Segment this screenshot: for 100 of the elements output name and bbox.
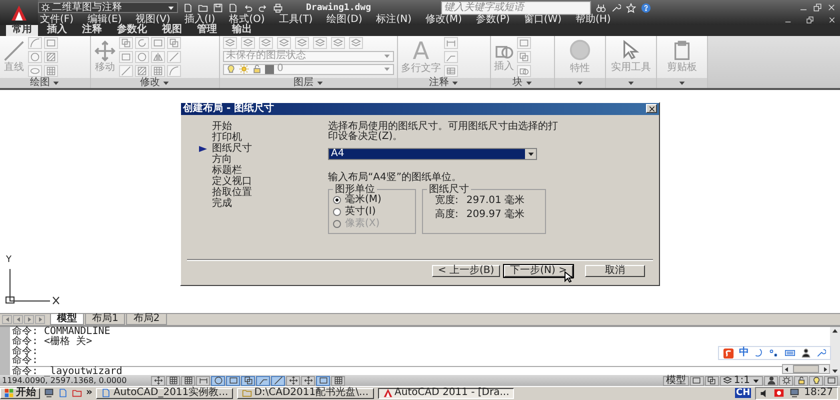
tool-button[interactable] <box>295 36 309 49</box>
person-icon[interactable] <box>801 348 811 358</box>
file-icon[interactable] <box>58 388 68 398</box>
toggle-button[interactable] <box>316 376 330 386</box>
tool-button[interactable] <box>517 36 531 49</box>
tool-button[interactable] <box>517 50 531 63</box>
monitor-icon[interactable] <box>789 388 800 398</box>
scrollbar[interactable] <box>782 364 830 374</box>
tool-button[interactable] <box>44 50 58 63</box>
close-icon[interactable] <box>827 3 836 12</box>
menu-item[interactable]: 参数(P) <box>476 15 510 25</box>
layout-tab[interactable]: 布局1 <box>85 314 126 325</box>
record-icon[interactable] <box>773 388 786 398</box>
cancel-button[interactable]: 取消 <box>585 264 645 277</box>
tool-button[interactable] <box>167 50 181 63</box>
ribbon-tab[interactable]: 插入 <box>41 25 73 36</box>
tool-button[interactable] <box>119 50 133 63</box>
menu-item[interactable]: 绘图(D) <box>326 15 362 25</box>
status-tool-button[interactable] <box>779 376 793 386</box>
tool-button[interactable] <box>349 36 363 49</box>
tool-button[interactable] <box>135 50 149 63</box>
folder-icon[interactable] <box>72 388 82 398</box>
tool-button[interactable] <box>28 64 42 77</box>
status-tool-button[interactable] <box>809 376 823 386</box>
panel-expand-button[interactable]: 块 <box>491 78 554 88</box>
tool-button[interactable] <box>331 36 345 49</box>
tool-button[interactable] <box>223 36 237 49</box>
ribbon-tab[interactable]: 注释 <box>76 25 108 36</box>
ribbon-tab[interactable]: 视图 <box>156 25 188 36</box>
toggle-button[interactable] <box>151 376 165 386</box>
toggle-button[interactable] <box>271 376 285 386</box>
status-tool-button[interactable] <box>794 376 808 386</box>
logo-icon[interactable] <box>723 348 734 359</box>
more-button[interactable]: » <box>86 388 92 398</box>
layout-view-button[interactable] <box>704 376 719 386</box>
radio-button[interactable] <box>333 196 341 204</box>
tool-button[interactable] <box>167 36 181 49</box>
taskbar-button[interactable]: AutoCAD 2011 - [Dra... <box>378 388 514 399</box>
tab-scroll-button[interactable] <box>24 314 34 324</box>
tool-button[interactable] <box>119 36 133 49</box>
model-space-button[interactable]: 模型 <box>662 376 689 386</box>
tool-button[interactable] <box>44 64 58 77</box>
scrollbar[interactable] <box>830 327 840 376</box>
toggle-button[interactable] <box>301 376 315 386</box>
tab-scroll-button[interactable] <box>35 314 45 324</box>
close-icon[interactable] <box>828 16 836 24</box>
menu-item[interactable]: 标注(N) <box>376 15 412 25</box>
tool-button[interactable] <box>135 64 149 77</box>
toggle-button[interactable] <box>286 376 300 386</box>
folder-icon[interactable] <box>198 2 208 12</box>
taskbar-button[interactable]: D:\CAD2011配书光盘\... <box>237 388 374 399</box>
menu-item[interactable]: 插入(I) <box>184 15 216 25</box>
next-button[interactable]: 下一步(N) > <box>504 264 573 277</box>
status-tool-button[interactable] <box>764 376 778 386</box>
tool-button[interactable] <box>313 36 327 49</box>
toggle-button[interactable] <box>181 376 195 386</box>
undo-icon[interactable] <box>243 2 253 12</box>
restore-icon[interactable] <box>813 3 822 12</box>
command-window-grip[interactable] <box>0 327 10 376</box>
help-icon[interactable] <box>641 2 651 12</box>
toggle-button[interactable] <box>226 376 240 386</box>
ribbon-tab[interactable]: 管理 <box>191 25 223 36</box>
tool-button[interactable] <box>135 36 149 49</box>
ribbon-tab[interactable]: 输出 <box>226 25 258 36</box>
toggle-button[interactable] <box>166 376 180 386</box>
menu-item[interactable]: 窗口(W) <box>524 15 562 25</box>
tool-button[interactable] <box>44 36 58 49</box>
tool-button[interactable] <box>28 36 42 49</box>
printer-icon[interactable] <box>273 2 283 12</box>
save-icon[interactable] <box>213 2 223 12</box>
tab-scroll-button[interactable] <box>13 314 23 324</box>
layout-tab[interactable]: 布局2 <box>126 314 167 325</box>
menu-item[interactable]: 修改(M) <box>426 15 462 25</box>
panel-expand-button[interactable]: 图层 <box>220 78 397 88</box>
tool-button[interactable] <box>119 64 133 77</box>
restore-icon[interactable] <box>806 16 814 24</box>
tool-button[interactable] <box>444 36 458 49</box>
toggle-button[interactable] <box>241 376 255 386</box>
paper-size-dropdown[interactable]: A4 <box>328 148 537 160</box>
menu-item[interactable]: 视图(V) <box>136 15 170 25</box>
menu-item[interactable]: 文件(F) <box>40 15 74 25</box>
toggle-button[interactable] <box>211 376 225 386</box>
input-mode-toggle[interactable]: 中 <box>739 348 749 358</box>
status-tool-button[interactable] <box>824 376 838 386</box>
tool-button[interactable] <box>28 50 42 63</box>
workspace-dropdown[interactable]: 二维草图与注释 <box>38 2 178 13</box>
tool-button[interactable] <box>241 36 255 49</box>
moon-icon[interactable] <box>754 348 764 358</box>
star-icon[interactable] <box>626 2 636 12</box>
close-button[interactable] <box>646 104 657 114</box>
tool-button[interactable] <box>151 50 165 63</box>
panel-expand-button[interactable]: 修改 <box>91 78 219 88</box>
taskbar-button[interactable]: AutoCAD_2011实例教... <box>96 388 234 399</box>
tool-button[interactable] <box>167 64 181 77</box>
tool-button[interactable] <box>151 36 165 49</box>
layout-tab[interactable]: 模型 <box>50 314 84 325</box>
toggle-button[interactable] <box>196 376 210 386</box>
back-button[interactable]: < 上一步(B) <box>432 264 500 277</box>
punctuation-icon[interactable] <box>769 348 779 358</box>
language-indicator[interactable]: CH <box>735 388 752 398</box>
